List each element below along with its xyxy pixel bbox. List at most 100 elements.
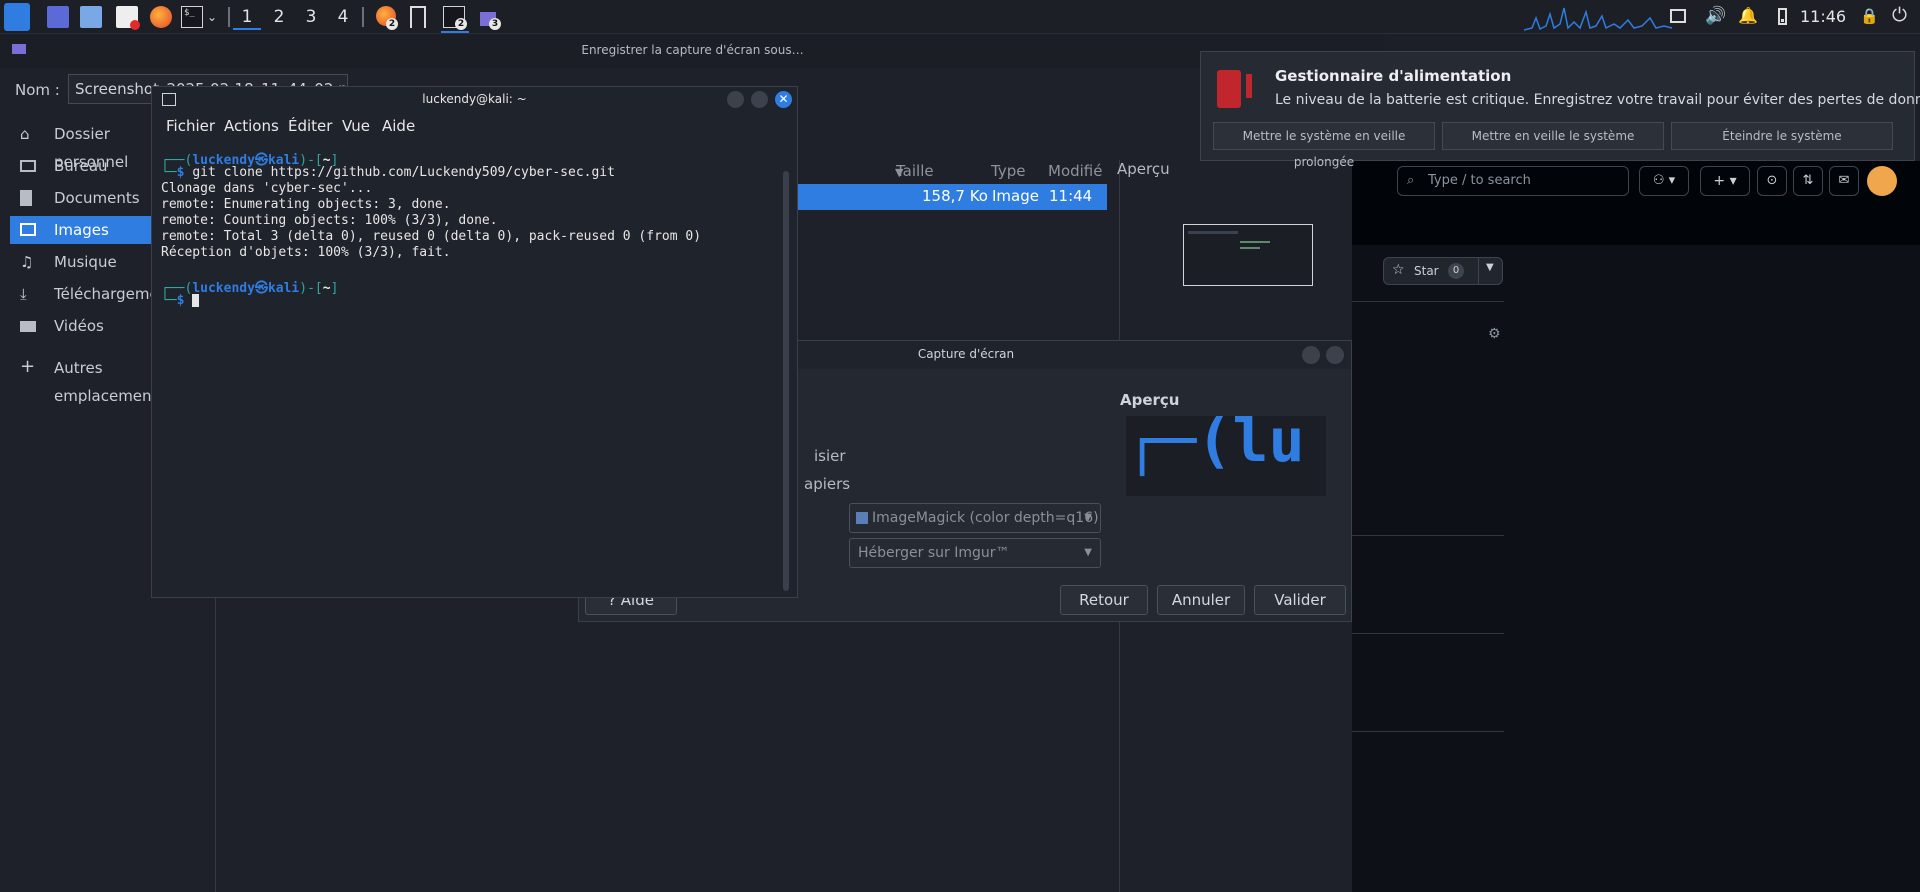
file-row-selected[interactable]: 158,7 Ko Image 11:44 <box>798 184 1107 210</box>
bell-icon[interactable]: 🔔 <box>1738 6 1758 25</box>
preview-label: Aperçu <box>1117 160 1170 178</box>
menu-help[interactable]: Aide <box>382 117 415 135</box>
battery-icon[interactable] <box>1778 8 1787 25</box>
search-placeholder: Type / to search <box>1428 173 1531 188</box>
menu-actions[interactable]: Actions <box>224 117 279 135</box>
cursor <box>192 294 200 307</box>
file-modified: 11:44 <box>1049 187 1093 205</box>
format-select[interactable]: ImageMagick (color depth=q16) ▼ <box>849 503 1101 533</box>
menu-edit[interactable]: Éditer <box>288 117 332 135</box>
document-icon <box>20 190 32 206</box>
file-manager-icon[interactable] <box>80 6 102 28</box>
create-new-button[interactable]: + ▾ <box>1700 166 1750 196</box>
prompt-host: kali <box>267 281 300 296</box>
battery-critical-icon <box>1217 70 1241 108</box>
terminal-title: luckendy@kali: ~ <box>422 92 527 106</box>
chevron-down-icon: ▼ <box>1486 262 1494 273</box>
workspace-3[interactable]: 3 <box>297 4 325 30</box>
chevron-down-icon: ▼ <box>1084 547 1092 558</box>
close-button[interactable] <box>1326 346 1344 364</box>
cancel-button[interactable]: Annuler <box>1157 585 1245 615</box>
copilot-button[interactable]: ⚇ ▾ <box>1639 166 1689 196</box>
search-icon: ⌕ <box>1407 173 1415 188</box>
format-select-value: ImageMagick (color depth=q16) <box>872 510 1099 526</box>
output-line: Clonage dans 'cyber-sec'... <box>161 181 373 196</box>
sidebar-item-label: Documents <box>54 189 140 207</box>
clock[interactable]: 11:46 <box>1800 7 1846 26</box>
column-modified[interactable]: Modifié <box>1048 162 1103 180</box>
terminal-icon[interactable]: $_ <box>181 6 203 28</box>
preview-thumbnail <box>1183 224 1313 286</box>
sidebar-item-label: Autres emplacements <box>54 359 166 405</box>
inbox-icon[interactable]: ✉ <box>1829 166 1859 196</box>
music-icon: ♫ <box>20 253 34 271</box>
preview-label: Aperçu <box>1120 391 1180 409</box>
option-text: isier <box>814 447 846 465</box>
back-button[interactable]: Retour <box>1060 585 1148 615</box>
upload-select[interactable]: Héberger sur Imgur™ ▼ <box>849 538 1101 568</box>
chevron-down-icon[interactable]: ⌄ <box>207 10 217 24</box>
lock-icon[interactable]: 🔒 <box>1860 7 1879 25</box>
volume-icon[interactable]: 🔊 <box>1705 6 1726 26</box>
output-line: remote: Enumerating objects: 3, done. <box>161 197 451 212</box>
prompt-user: luckendy <box>192 281 255 296</box>
star-icon: ☆ <box>1392 262 1405 278</box>
workspace-2[interactable]: 2 <box>265 4 293 30</box>
firefox-icon[interactable] <box>150 6 172 28</box>
desktop-icon[interactable] <box>47 6 69 28</box>
maximize-button[interactable] <box>751 91 768 108</box>
desktop-icon <box>20 160 36 172</box>
workspace-1[interactable]: 1 <box>233 4 261 30</box>
chevron-down-icon: ▼ <box>1084 512 1092 523</box>
window-icon[interactable] <box>410 6 426 28</box>
preview-image: ┌─(lu <box>1126 416 1326 496</box>
prompt-dir: ~ <box>322 281 331 296</box>
output-line: remote: Total 3 (delta 0), reused 0 (del… <box>161 229 702 244</box>
battery-notification: Gestionnaire d'alimentation Le niveau de… <box>1200 51 1920 169</box>
window-count-badge: 2 <box>386 18 398 30</box>
hibernate-button[interactable]: Mettre le système en veille prolongée <box>1213 122 1435 169</box>
ok-button[interactable]: Valider <box>1254 585 1346 615</box>
star-button[interactable]: ☆ Star 0 ▼ <box>1383 257 1503 285</box>
shutdown-button[interactable]: Éteindre le système <box>1671 122 1893 150</box>
avatar[interactable] <box>1867 166 1897 196</box>
power-icon[interactable]: ⏻ <box>1892 4 1907 26</box>
terminal-output[interactable]: ┌──(luckendy㉿kali)-[~] └─$ git clone htt… <box>152 143 792 593</box>
plus-icon: + <box>20 356 36 377</box>
prompt-at: ㉿ <box>254 281 268 296</box>
sidebar-item-label: Images <box>54 221 109 239</box>
sidebar-item-label: Bureau <box>54 157 108 175</box>
imagemagick-icon <box>856 512 868 524</box>
file-list-header: Taille Type Modifié <box>798 160 1108 184</box>
issues-icon[interactable]: ⊙ <box>1757 166 1787 196</box>
screen-icon[interactable] <box>1670 9 1686 23</box>
pull-requests-icon[interactable]: ⇅ <box>1793 166 1823 196</box>
text-editor-icon[interactable] <box>116 6 140 30</box>
kali-menu-icon[interactable] <box>4 3 30 31</box>
column-type[interactable]: Type <box>991 162 1025 180</box>
gear-icon[interactable]: ⚙ <box>1488 326 1501 342</box>
sidebar-item-label: Vidéos <box>54 317 104 335</box>
name-label: Nom : <box>15 81 60 99</box>
close-icon[interactable]: ✕ <box>775 91 792 108</box>
minimize-button[interactable] <box>1302 346 1320 364</box>
search-input[interactable]: ⌕ Type / to search <box>1397 166 1629 196</box>
output-line: Réception d'objets: 100% (3/3), fait. <box>161 245 451 260</box>
terminal-scrollbar[interactable] <box>783 171 789 591</box>
window-count-badge: 2 <box>455 18 467 30</box>
dialog-title: Enregistrer la capture d'écran sous… <box>581 43 804 57</box>
github-page: ⌕ Type / to search ⚇ ▾ + ▾ ⊙ ⇅ ✉ ☆ Star 0… <box>1352 161 1920 892</box>
workspace-4[interactable]: 4 <box>329 4 357 30</box>
suspend-button[interactable]: Mettre en veille le système <box>1442 122 1664 150</box>
sidebar-item-label: Musique <box>54 253 117 271</box>
terminal-window: luckendy@kali: ~ ✕ Fichier Actions Édite… <box>151 86 798 598</box>
minimize-button[interactable] <box>727 91 744 108</box>
menu-file[interactable]: Fichier <box>166 117 215 135</box>
sort-arrow-icon: ▼ <box>895 166 904 179</box>
menu-view[interactable]: Vue <box>342 117 370 135</box>
upload-select-value: Héberger sur Imgur™ <box>858 545 1010 561</box>
cpu-graph-icon <box>1524 7 1673 31</box>
video-icon <box>20 321 36 332</box>
file-type: Image <box>992 187 1039 205</box>
home-icon: ⌂ <box>20 125 30 143</box>
